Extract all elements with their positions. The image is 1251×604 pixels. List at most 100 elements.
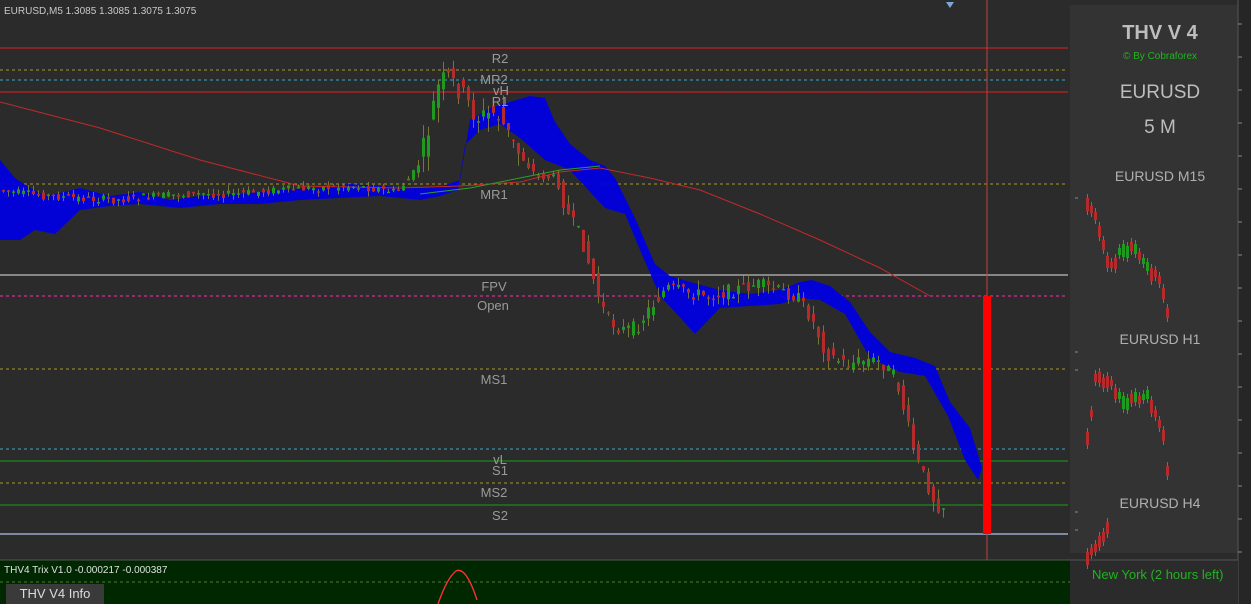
candle-body — [712, 298, 715, 301]
candle-body — [217, 193, 220, 196]
mini-h1-candle — [1130, 394, 1133, 403]
candle-body — [657, 297, 660, 302]
candle-body — [2, 190, 5, 192]
mini-h4-candle — [1090, 548, 1093, 555]
candle-body — [487, 112, 490, 119]
candle-body — [627, 325, 630, 329]
candle-body — [887, 365, 890, 372]
candle-body — [617, 330, 620, 334]
candle-body — [272, 187, 275, 194]
mini-h1-candle — [1110, 380, 1113, 386]
mini-m15-candle — [1138, 252, 1141, 260]
candle-body — [797, 293, 800, 302]
candle-body — [387, 191, 390, 194]
mini-h1-candle — [1150, 400, 1153, 413]
candle-body — [97, 201, 100, 204]
candle-body — [427, 135, 430, 157]
candle-body — [137, 199, 140, 202]
mini-h1-candle — [1162, 430, 1165, 441]
mini-h4-candle — [1086, 552, 1089, 565]
mini-h1-candle — [1146, 390, 1149, 399]
candle-body — [677, 284, 680, 288]
candle-body — [522, 152, 525, 161]
candle-body — [742, 283, 745, 285]
candle-body — [827, 349, 830, 362]
mini-m15-candle — [1110, 262, 1113, 268]
candle-body — [652, 307, 655, 316]
candle-body — [557, 173, 560, 189]
info-tab[interactable]: THV V4 Info — [6, 584, 104, 604]
mini-h1-candle — [1142, 394, 1145, 400]
candle-body — [802, 297, 805, 301]
candle-body — [202, 193, 205, 195]
candle-body — [822, 331, 825, 353]
candle-body — [812, 313, 815, 322]
chart-header: EURUSD,M5 1.3085 1.3085 1.3075 1.3075 — [4, 6, 197, 17]
level-label-mr1: MR1 — [480, 187, 508, 202]
candle-body — [587, 241, 590, 264]
candle-body — [832, 348, 835, 356]
candle-body — [897, 382, 900, 392]
candle-body — [332, 185, 335, 188]
candle-body — [302, 185, 305, 191]
candle-body — [662, 290, 665, 298]
candle-body — [542, 173, 545, 180]
candle-body — [212, 193, 215, 198]
level-label-fpv: FPV — [481, 279, 507, 294]
candle-body — [922, 466, 925, 471]
candle-body — [267, 189, 270, 195]
candle-body — [337, 187, 340, 191]
candle-body — [852, 362, 855, 369]
candle-body — [907, 404, 910, 422]
countdown-bar — [983, 296, 991, 534]
candle-body — [92, 196, 95, 201]
price-chart[interactable] — [0, 0, 1251, 604]
candle-body — [102, 195, 105, 200]
candle-body — [452, 68, 455, 79]
candle-body — [392, 188, 395, 191]
candle-body — [142, 193, 145, 196]
candle-body — [597, 273, 600, 297]
candle-body — [197, 193, 200, 195]
candle-body — [382, 185, 385, 189]
candle-body — [117, 199, 120, 201]
candle-body — [837, 360, 840, 363]
indicator-header: THV4 Trix V1.0 -0.000217 -0.000387 — [4, 565, 168, 576]
candle-body — [187, 191, 190, 198]
candle-body — [282, 187, 285, 190]
mini-m15-candle — [1114, 258, 1117, 269]
candle-body — [192, 191, 195, 194]
candle-body — [222, 194, 225, 198]
candle-body — [707, 297, 710, 299]
candle-body — [372, 187, 375, 192]
candle-body — [882, 364, 885, 371]
mini-m15-candle — [1086, 198, 1089, 211]
panel-timeframe: 5 M — [1144, 117, 1176, 138]
candle-body — [687, 288, 690, 293]
candle-body — [842, 354, 845, 360]
mini-m15-candle — [1150, 268, 1153, 281]
candle-body — [777, 285, 780, 287]
level-label-s2: S2 — [492, 508, 508, 523]
mini-chart-label-h4: EURUSD H4 — [1119, 495, 1201, 511]
candle-body — [767, 280, 770, 285]
candle-body — [67, 194, 70, 196]
level-label-open: Open — [477, 298, 509, 313]
candle-body — [862, 361, 865, 365]
candle-body — [357, 188, 360, 190]
candle-body — [207, 193, 210, 196]
candle-body — [592, 258, 595, 280]
candle-body — [572, 210, 575, 218]
candle-body — [62, 196, 65, 198]
candle-body — [377, 188, 380, 192]
candle-body — [672, 283, 675, 285]
candle-body — [262, 189, 265, 193]
candle-body — [732, 296, 735, 299]
candle-body — [227, 190, 230, 194]
candle-body — [42, 192, 45, 200]
candle-body — [422, 138, 425, 157]
panel-title: THV V 4 — [1122, 22, 1198, 44]
chart-shift-marker[interactable] — [946, 2, 954, 8]
candle-body — [347, 187, 350, 191]
candle-body — [752, 285, 755, 287]
